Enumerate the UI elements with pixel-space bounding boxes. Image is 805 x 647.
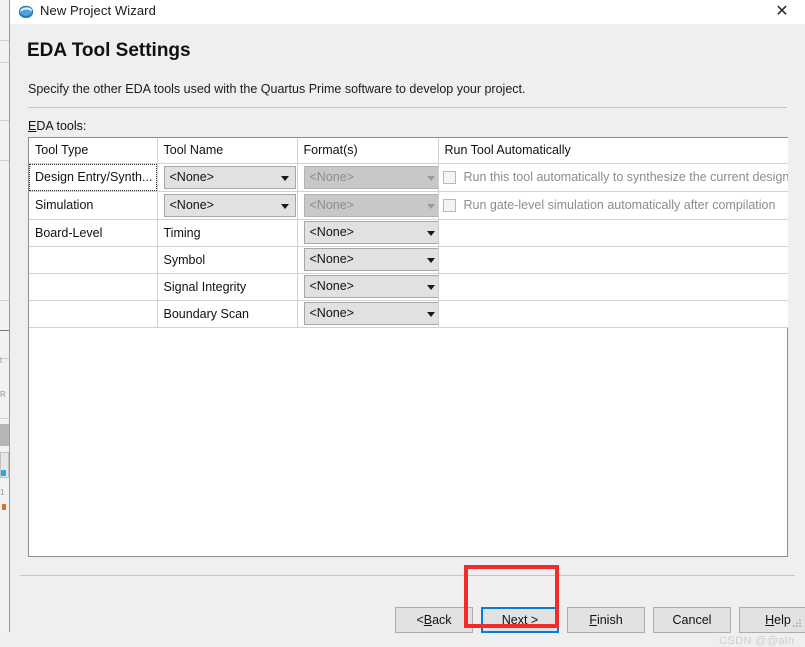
format-dropdown-value: <None> — [309, 225, 354, 239]
resize-grip[interactable] — [792, 619, 802, 629]
background-fragment-label: R — [0, 390, 6, 399]
table-row[interactable]: Symbol <None> — [29, 246, 788, 274]
chevron-down-icon — [280, 175, 289, 181]
finish-button[interactable]: Finish — [567, 607, 645, 633]
run-tool-automatically-checkbox[interactable] — [442, 198, 456, 212]
table-row[interactable]: Signal Integrity <None> — [29, 273, 788, 301]
chevron-down-icon — [426, 285, 435, 290]
eda-tools-label: EDA tools: — [28, 119, 86, 133]
cell-tool-name[interactable]: <None> — [157, 191, 298, 220]
column-header-tool-name[interactable]: Tool Name — [157, 138, 298, 164]
cell-tool-name[interactable]: Boundary Scan — [157, 300, 298, 328]
cell-tool-type[interactable] — [29, 273, 158, 301]
column-header-formats[interactable]: Format(s) — [297, 138, 439, 164]
run-tool-automatically-label: Run gate-level simulation automatically … — [463, 198, 776, 212]
cell-run-automatically — [438, 273, 788, 301]
help-button-mnemonic: H — [765, 613, 775, 627]
cell-tool-type-text: Design Entry/Synth... — [35, 170, 153, 184]
format-dropdown-value: <None> — [309, 252, 354, 266]
finish-button-mnemonic: F — [589, 613, 597, 627]
finish-button-rest: inish — [596, 613, 623, 627]
back-button[interactable]: < Back — [395, 607, 473, 633]
cell-format: <None> — [297, 163, 439, 192]
chevron-down-icon — [426, 312, 435, 317]
format-dropdown-value: <None> — [309, 197, 354, 212]
annotation-rectangle — [464, 565, 559, 628]
cancel-button-label: Cancel — [672, 613, 712, 627]
tool-name-dropdown-value: <None> — [169, 197, 214, 212]
table-header-row: Tool Type Tool Name Format(s) Run Tool A… — [29, 138, 788, 164]
page-title: EDA Tool Settings — [27, 40, 191, 61]
watermark: CSDN @@aln — [719, 635, 795, 647]
chevron-down-icon — [280, 203, 289, 209]
cell-format[interactable]: <None> — [297, 273, 439, 301]
cancel-button[interactable]: Cancel — [653, 607, 731, 633]
cell-tool-type[interactable]: Board-Level — [29, 219, 158, 247]
cell-tool-type[interactable] — [29, 246, 158, 274]
cell-run-automatically — [438, 219, 788, 247]
window-title: New Project Wizard — [40, 3, 156, 18]
eda-tools-table[interactable]: Tool Type Tool Name Format(s) Run Tool A… — [28, 137, 788, 557]
background-fragment-label: 1 — [0, 488, 5, 497]
title-bar: New Project Wizard ✕ — [10, 0, 805, 24]
table-row[interactable]: Simulation <None> <None> Run gate-level … — [29, 191, 788, 220]
chevron-down-icon — [426, 258, 435, 263]
cell-tool-type[interactable] — [29, 300, 158, 328]
chevron-down-icon — [426, 175, 435, 181]
column-header-run-tool-automatically[interactable]: Run Tool Automatically — [438, 138, 788, 164]
background-fragment-label: t — [0, 356, 3, 365]
chevron-down-icon — [426, 203, 435, 209]
cell-tool-name[interactable]: Signal Integrity — [157, 273, 298, 301]
table-row[interactable]: Board-Level Timing <None> — [29, 219, 788, 247]
cell-run-automatically[interactable]: Run gate-level simulation automatically … — [438, 191, 788, 220]
cell-format: <None> — [297, 191, 439, 220]
tool-name-dropdown-value: <None> — [169, 169, 214, 184]
back-button-rest: ack — [432, 613, 452, 627]
new-project-wizard-dialog: New Project Wizard ✕ EDA Tool Settings S… — [10, 0, 805, 647]
format-dropdown[interactable]: <None> — [303, 302, 437, 325]
close-icon[interactable]: ✕ — [759, 0, 805, 24]
table-row[interactable]: Boundary Scan <None> — [29, 300, 788, 328]
page-description: Specify the other EDA tools used with th… — [28, 82, 526, 96]
quartus-globe-icon — [18, 4, 34, 20]
cell-format[interactable]: <None> — [297, 219, 439, 247]
help-button-rest: elp — [774, 613, 791, 627]
eda-tools-label-rest: DA tools: — [36, 119, 87, 133]
chevron-down-icon — [426, 231, 435, 236]
button-bar: < Back Next > Finish Cancel Help — [10, 585, 805, 633]
cell-tool-name[interactable]: Timing — [157, 219, 298, 247]
run-tool-automatically-checkbox[interactable] — [442, 170, 456, 184]
cell-format[interactable]: <None> — [297, 246, 439, 274]
cell-tool-name[interactable]: Symbol — [157, 246, 298, 274]
cell-tool-type[interactable]: Simulation — [29, 191, 158, 220]
table-row[interactable]: Design Entry/Synth... <None> <None> Run … — [29, 163, 789, 192]
header-divider — [28, 107, 787, 108]
dialog-body: EDA Tool Settings Specify the other EDA … — [10, 24, 805, 647]
cell-run-automatically[interactable]: Run this tool automatically to synthesiz… — [438, 163, 789, 192]
format-dropdown-value: <None> — [309, 306, 354, 320]
back-button-mnemonic: B — [423, 613, 433, 627]
cell-tool-type[interactable]: Design Entry/Synth... — [29, 163, 158, 192]
format-dropdown-value: <None> — [309, 279, 354, 293]
format-dropdown[interactable]: <None> — [303, 275, 437, 298]
format-dropdown[interactable]: <None> — [303, 248, 437, 271]
format-dropdown[interactable]: <None> — [303, 221, 437, 244]
back-button-prefix: < — [416, 613, 424, 627]
column-header-tool-type[interactable]: Tool Type — [29, 138, 158, 164]
format-dropdown-disabled: <None> — [303, 165, 437, 189]
cell-format[interactable]: <None> — [297, 300, 439, 328]
cell-tool-name[interactable]: <None> — [157, 163, 298, 192]
run-tool-automatically-label: Run this tool automatically to synthesiz… — [463, 170, 789, 184]
cell-run-automatically — [438, 246, 788, 274]
tool-name-dropdown[interactable]: <None> — [163, 193, 296, 217]
tool-name-dropdown[interactable]: <None> — [163, 165, 296, 189]
format-dropdown-disabled: <None> — [303, 193, 437, 217]
footer-divider — [20, 575, 795, 576]
format-dropdown-value: <None> — [309, 169, 354, 184]
cell-run-automatically — [438, 300, 788, 328]
